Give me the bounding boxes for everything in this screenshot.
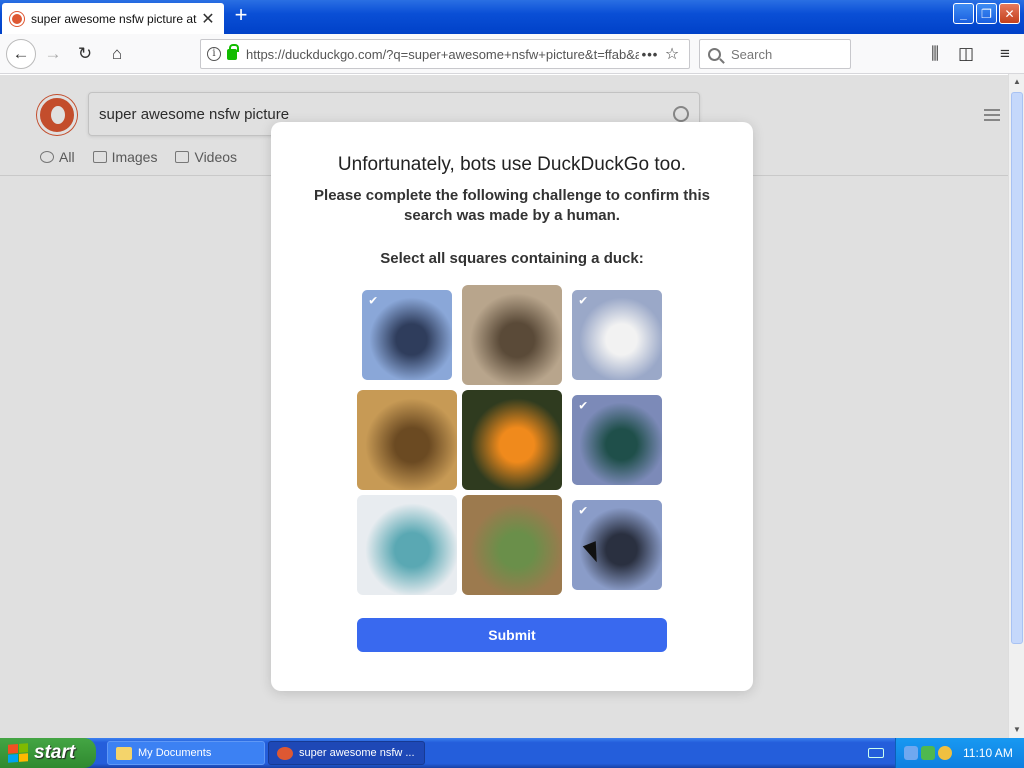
selected-check-icon: ✔ (368, 293, 379, 308)
captcha-tile[interactable] (357, 390, 457, 490)
submit-button[interactable]: Submit (357, 618, 667, 652)
forward-arrow-icon[interactable]: → (40, 41, 66, 67)
restore-window-button[interactable]: ❐ (976, 3, 997, 24)
browser-tab-active[interactable]: super awesome nsfw picture at DuckDuckGo… (2, 3, 224, 34)
captcha-tile[interactable]: ✔ (362, 290, 452, 380)
url-text[interactable]: https://duckduckgo.com/?q=super+awesome+… (246, 47, 639, 62)
search-tray-icon[interactable] (938, 746, 952, 760)
vertical-scrollbar[interactable]: ▲ ▼ (1008, 74, 1024, 738)
system-tray: 11:10 AM (895, 738, 1024, 768)
address-bar[interactable]: i https://duckduckgo.com/?q=super+awesom… (200, 39, 690, 69)
bookmark-star-icon[interactable]: ☆ (661, 44, 683, 64)
selected-check-icon: ✔ (578, 398, 589, 413)
back-arrow-icon[interactable]: ← (6, 39, 36, 69)
captcha-tile[interactable] (462, 495, 562, 595)
captcha-subtitle: Please complete the following challenge … (314, 187, 710, 224)
minimize-window-button[interactable]: _ (953, 3, 974, 24)
captcha-dialog: Unfortunately, bots use DuckDuckGo too. … (271, 122, 753, 691)
navigation-toolbar: ← → ↻ ⌂ i https://duckduckgo.com/?q=supe… (0, 34, 1024, 74)
site-info-icon[interactable]: i (207, 47, 221, 61)
captcha-tile[interactable]: ✔ (572, 290, 662, 380)
security-shield-icon[interactable] (921, 746, 935, 760)
clock: 11:10 AM (963, 746, 1013, 760)
browser-search-input[interactable] (731, 46, 831, 62)
taskbar: start My Documents super awesome nsfw ..… (0, 738, 1024, 768)
new-tab-plus-icon[interactable]: + (230, 4, 252, 27)
captcha-title: Unfortunately, bots use DuckDuckGo too. (337, 154, 687, 175)
captcha-tile[interactable] (357, 495, 457, 595)
title-bar: super awesome nsfw picture at DuckDuckGo… (0, 0, 1024, 34)
duckduckgo-favicon-icon (10, 11, 24, 26)
taskbar-item-firefox[interactable]: super awesome nsfw ... (268, 741, 425, 765)
taskbar-item-my-documents[interactable]: My Documents (107, 741, 265, 765)
captcha-instruction: Select all squares containing a duck: (380, 250, 644, 267)
close-window-button[interactable]: ✕ (999, 3, 1020, 24)
browser-search-box[interactable] (699, 39, 851, 69)
captcha-tile[interactable]: ✔ (572, 395, 662, 485)
keyboard-language-icon[interactable] (868, 748, 884, 758)
captcha-tile[interactable] (462, 285, 562, 385)
secure-lock-icon (227, 43, 239, 60)
selected-check-icon: ✔ (578, 503, 589, 518)
scrollbar-thumb[interactable] (1011, 92, 1023, 644)
network-icon[interactable] (904, 746, 918, 760)
menu-hamburger-icon[interactable]: ≡ (992, 41, 1018, 67)
scroll-up-arrow-icon[interactable]: ▲ (1009, 74, 1024, 90)
selected-check-icon: ✔ (578, 293, 589, 308)
close-tab-icon[interactable]: ✕ (200, 9, 216, 29)
window-controls: _ ❐ ✕ (953, 3, 1020, 24)
windows-logo-icon (8, 743, 28, 763)
scroll-down-arrow-icon[interactable]: ▼ (1009, 722, 1024, 738)
page-actions-menu-icon[interactable]: ••• (639, 47, 661, 62)
firefox-icon (277, 746, 293, 760)
start-label: start (34, 742, 76, 763)
taskbar-item-label: My Documents (138, 747, 212, 759)
home-icon[interactable]: ⌂ (104, 41, 130, 67)
start-button[interactable]: start (0, 738, 96, 768)
sidebar-toggle-icon[interactable]: ◫ (953, 41, 979, 67)
tab-title: super awesome nsfw picture at DuckDuckGo (31, 11, 200, 26)
reload-icon[interactable]: ↻ (72, 41, 98, 67)
search-icon (708, 47, 721, 61)
taskbar-item-label: super awesome nsfw ... (299, 747, 415, 759)
captcha-image-grid: ✔ ✔ ✔ ✔ (357, 285, 667, 595)
captcha-tile[interactable] (462, 390, 562, 490)
folder-icon (116, 746, 132, 760)
library-icon[interactable]: ⫼ (922, 41, 948, 67)
